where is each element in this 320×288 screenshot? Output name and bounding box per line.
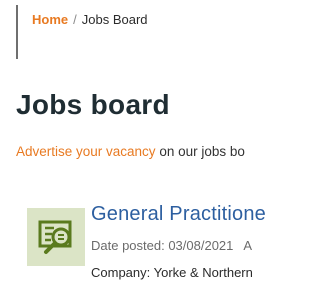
job-meta: Date posted: 03/08/2021 A <box>91 237 252 254</box>
jobs-board-page: Home / Jobs Board Jobs board Advertise you… <box>0 0 288 288</box>
breadcrumb-accent-bar <box>16 5 18 59</box>
breadcrumb: Home / Jobs Board <box>32 12 148 28</box>
advertise-vacancy-link[interactable]: Advertise your vacancy <box>16 144 156 159</box>
job-document-magnifier-icon[interactable] <box>27 208 85 266</box>
breadcrumb-home-link[interactable]: Home <box>32 12 68 27</box>
job-date-posted: Date posted: 03/08/2021 <box>91 238 234 253</box>
breadcrumb-current: Jobs Board <box>81 12 148 27</box>
job-title-link[interactable]: General Practitione <box>91 201 266 227</box>
intro-text: Advertise your vacancy on our jobs bo <box>16 143 245 161</box>
job-company: Company: Yorke & Northern <box>91 265 253 280</box>
intro-rest-text: on our jobs bo <box>155 144 245 159</box>
breadcrumb-separator: / <box>73 12 77 27</box>
page-title: Jobs board <box>16 89 170 120</box>
job-meta-extra: A <box>243 238 253 253</box>
